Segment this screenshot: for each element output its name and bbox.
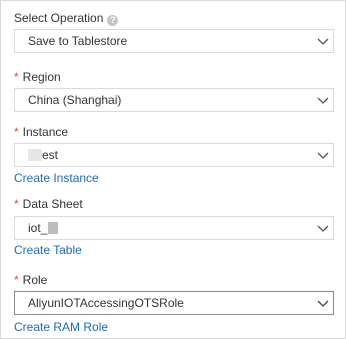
question-circle-icon[interactable]: ? — [107, 15, 119, 26]
operation-select[interactable]: Save to Tablestore — [14, 29, 334, 53]
instance-value-suffix: est — [42, 148, 59, 162]
form-panel: Select Operation? Save to Tablestore * Re… — [0, 0, 346, 339]
role-select[interactable]: AliyunIOTAccessingOTSRole — [14, 291, 334, 315]
required-mark: * — [14, 273, 19, 287]
create-ram-role-link[interactable]: Create RAM Role — [14, 320, 108, 334]
role-label: * Role — [14, 273, 47, 287]
region-select[interactable]: China (Shanghai) — [14, 88, 334, 112]
data-sheet-label: * Data Sheet — [14, 197, 83, 211]
chevron-down-icon — [317, 152, 329, 159]
role-select-value: AliyunIOTAccessingOTSRole — [28, 296, 184, 310]
chevron-down-icon — [317, 225, 329, 232]
required-mark: * — [14, 197, 19, 211]
instance-label: * Instance — [14, 125, 68, 139]
role-label-text: Role — [22, 273, 48, 287]
redacted-text — [28, 149, 42, 161]
data-sheet-select[interactable]: iot_ — [14, 216, 334, 240]
data-sheet-value-prefix: iot_ — [28, 221, 48, 235]
data-sheet-label-text: Data Sheet — [22, 197, 83, 211]
create-table-link[interactable]: Create Table — [14, 243, 82, 257]
operation-label-text: Select Operation — [14, 11, 104, 25]
region-label-text: Region — [22, 70, 61, 84]
instance-label-text: Instance — [22, 125, 69, 139]
create-instance-link[interactable]: Create Instance — [14, 171, 99, 185]
region-label: * Region — [14, 70, 61, 84]
required-mark: * — [14, 125, 19, 139]
chevron-down-icon — [317, 38, 329, 45]
region-select-value: China (Shanghai) — [28, 93, 122, 107]
data-sheet-select-value: iot_ — [28, 217, 59, 239]
instance-select[interactable]: est — [14, 143, 334, 167]
instance-select-value: est — [28, 144, 58, 166]
operation-label: Select Operation? — [14, 11, 119, 26]
redacted-text — [48, 222, 59, 234]
chevron-down-icon — [317, 300, 329, 307]
operation-select-value: Save to Tablestore — [28, 34, 128, 48]
chevron-down-icon — [317, 97, 329, 104]
required-mark: * — [14, 70, 19, 84]
